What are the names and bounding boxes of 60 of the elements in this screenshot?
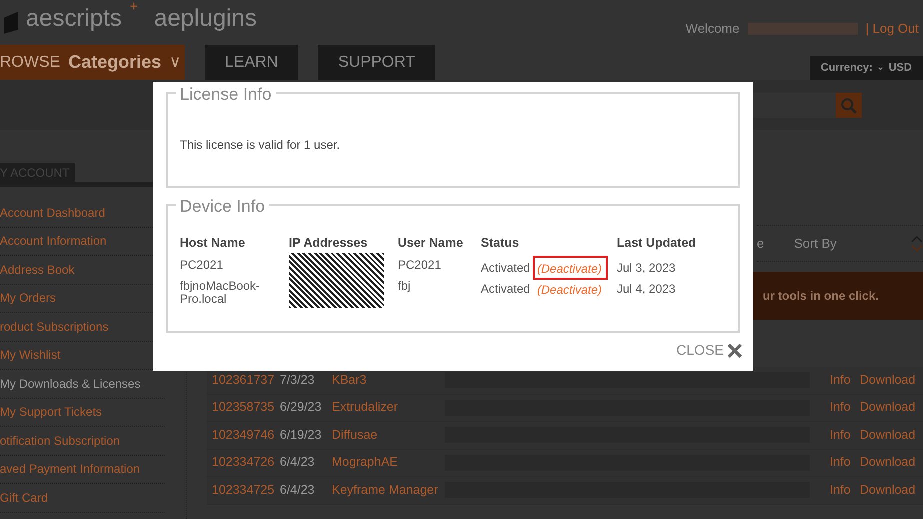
deactivate-link[interactable]: (Deactivate) (533, 256, 608, 280)
column-header: Status (481, 235, 520, 252)
order-date: 7/3/23 (279, 372, 316, 389)
order-date: 6/4/23 (279, 454, 316, 472)
last-updated: Jul 4, 2023 (617, 280, 677, 298)
log-out-link[interactable]: | Log Out (866, 18, 919, 38)
download-link[interactable]: Download (860, 398, 916, 418)
sidebar-link[interactable]: Gift Card (0, 484, 165, 512)
order-link[interactable]: 102334725 (207, 480, 275, 500)
download-link[interactable]: Download (860, 426, 916, 445)
info-link[interactable]: Info (830, 453, 860, 472)
sort-label: Sort By (794, 234, 837, 253)
search-icon (841, 98, 857, 114)
nav-tab[interactable]: SUPPORT (318, 45, 436, 80)
sidebar-link[interactable]: My Support Tickets (0, 398, 165, 427)
order-date: 6/4/23 (279, 482, 316, 499)
column-header: Host Name (180, 235, 246, 252)
categories-button[interactable]: ROWSE Categories ∨ (0, 45, 185, 80)
search-field[interactable] (753, 93, 836, 118)
product-link[interactable]: Extrudalizer (327, 398, 441, 418)
sort-arrows-icon (911, 234, 923, 252)
order-link[interactable]: 102361737 (207, 370, 275, 390)
order-date: 6/29/23 (279, 399, 323, 416)
caret-icon: ⌄ (876, 61, 885, 75)
column-header: IP Addresses (289, 235, 369, 252)
close-button[interactable]: CLOSE (676, 340, 743, 361)
search-button[interactable] (836, 93, 862, 118)
order-link[interactable]: 102349746 (207, 426, 275, 445)
order-link[interactable]: 102334726 (207, 453, 275, 472)
product-link[interactable]: Keyframe Manager (327, 480, 441, 500)
sidebar-link[interactable]: aved Payment Information (0, 456, 165, 484)
product-link[interactable]: Diffusae (327, 426, 441, 445)
column-header: User Name (398, 235, 464, 252)
logo-icon (4, 12, 18, 34)
column-label: e (757, 234, 764, 253)
info-link[interactable]: Info (830, 370, 860, 390)
info-link[interactable]: Info (830, 426, 860, 445)
info-link[interactable]: Info (830, 480, 860, 500)
order-date: 6/19/23 (279, 426, 323, 444)
user-name: PC2021 (398, 258, 442, 274)
license-text: This license is valid for 1 user. (180, 137, 342, 154)
column-header: Last Updated (617, 235, 698, 252)
logo-text: aescripts (26, 6, 122, 30)
status-text: Activated (481, 280, 530, 298)
host-name: PC2021 (180, 258, 224, 274)
logo-plus: + (130, 0, 138, 16)
nav-tab[interactable]: LEARN (205, 45, 298, 80)
user-name: fbj (398, 280, 412, 295)
sidebar-link[interactable]: otification Subscription (0, 427, 165, 456)
info-link[interactable]: Info (830, 398, 860, 418)
download-link[interactable]: Download (860, 370, 916, 390)
download-link[interactable]: Download (860, 480, 916, 500)
download-link[interactable]: Download (860, 453, 916, 472)
order-link[interactable]: 102358735 (207, 398, 275, 418)
logo-text: aeplugins (154, 6, 257, 30)
close-icon (727, 342, 743, 358)
product-link[interactable]: KBar3 (327, 370, 441, 390)
currency-selector[interactable]: Currency: ⌄ USD (810, 56, 923, 80)
product-link[interactable]: MographAE (327, 453, 441, 472)
welcome-text: Welcome (686, 20, 740, 38)
